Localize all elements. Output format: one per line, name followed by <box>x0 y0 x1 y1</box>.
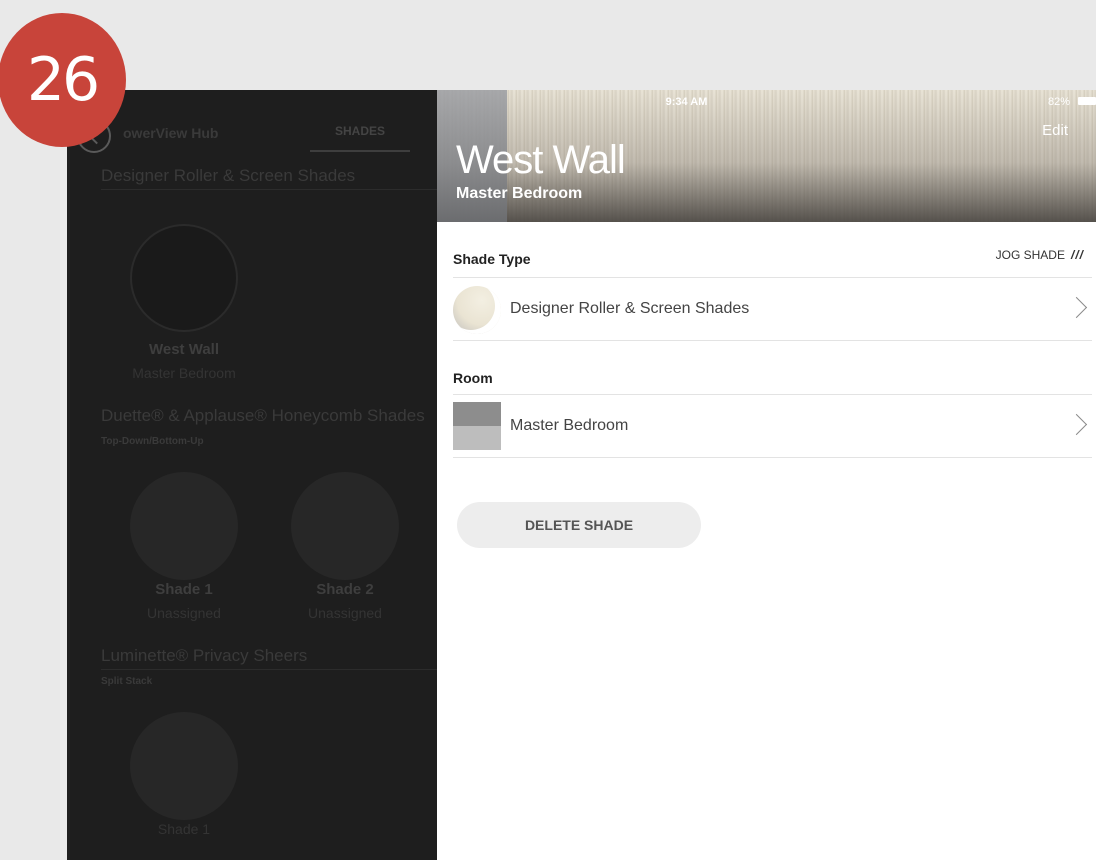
divider <box>453 457 1092 458</box>
dimmed-shades-list: owerView Hub SHADES Designer Roller & Sc… <box>67 90 437 860</box>
battery-icon <box>1078 97 1096 105</box>
group-subtitle: Split Stack <box>101 676 153 687</box>
shade-name: West Wall <box>148 341 219 358</box>
group-title: Designer Roller & Screen Shades <box>101 166 356 185</box>
shade-room-subtitle: Master Bedroom <box>456 185 583 202</box>
shade-hero-header: 9:34 AM 82% Edit West Wall Master Bedroo… <box>437 90 1096 222</box>
shade-room: Unassigned <box>147 605 221 621</box>
chevron-right-icon <box>1065 413 1088 436</box>
hub-title: owerView Hub <box>123 125 219 141</box>
ipad-screen: owerView Hub SHADES Designer Roller & Sc… <box>67 90 1096 860</box>
edit-button[interactable]: Edit <box>1042 122 1068 139</box>
shade-name: Shade 1 <box>155 581 213 598</box>
divider <box>101 189 437 190</box>
status-time: 9:34 AM <box>665 96 708 108</box>
room-header: Room <box>453 370 493 386</box>
delete-shade-button[interactable]: DELETE SHADE <box>457 502 701 548</box>
jog-shade-button[interactable]: JOG SHADE /// <box>996 248 1084 262</box>
shade-thumbnail[interactable] <box>130 712 238 820</box>
step-number-badge: 26 <box>0 13 126 147</box>
shade-title: West Wall <box>456 138 626 182</box>
divider <box>101 669 437 670</box>
room-thumbnail <box>453 402 501 450</box>
shade-name: Shade 2 <box>316 581 374 598</box>
tab-shades[interactable]: SHADES <box>310 122 410 152</box>
shade-detail-panel: 9:34 AM 82% Edit West Wall Master Bedroo… <box>437 90 1096 860</box>
shade-room: Master Bedroom <box>132 365 236 381</box>
shade-type-row[interactable]: Designer Roller & Screen Shades <box>453 278 1092 340</box>
group-subtitle: Top-Down/Bottom-Up <box>101 436 204 447</box>
shade-type-thumbnail <box>453 286 501 334</box>
group-title: Duette® & Applause® Honeycomb Shades <box>101 406 425 425</box>
shade-thumbnail[interactable] <box>130 224 238 332</box>
group-title: Luminette® Privacy Sheers <box>101 646 308 665</box>
chevron-right-icon <box>1065 296 1088 319</box>
shade-name: Shade 1 <box>157 821 211 837</box>
shade-thumbnail[interactable] <box>130 472 238 580</box>
battery-percent: 82% <box>1047 96 1070 108</box>
room-row[interactable]: Master Bedroom <box>453 395 1092 457</box>
shade-type-value: Designer Roller & Screen Shades <box>510 300 750 317</box>
jog-icon: /// <box>1070 248 1084 262</box>
room-value: Master Bedroom <box>510 417 629 434</box>
shade-thumbnail[interactable] <box>291 472 399 580</box>
jog-shade-label: JOG SHADE <box>995 248 1065 262</box>
divider <box>453 340 1092 341</box>
shade-type-header: Shade Type <box>453 251 531 267</box>
shade-room: Unassigned <box>308 605 382 621</box>
